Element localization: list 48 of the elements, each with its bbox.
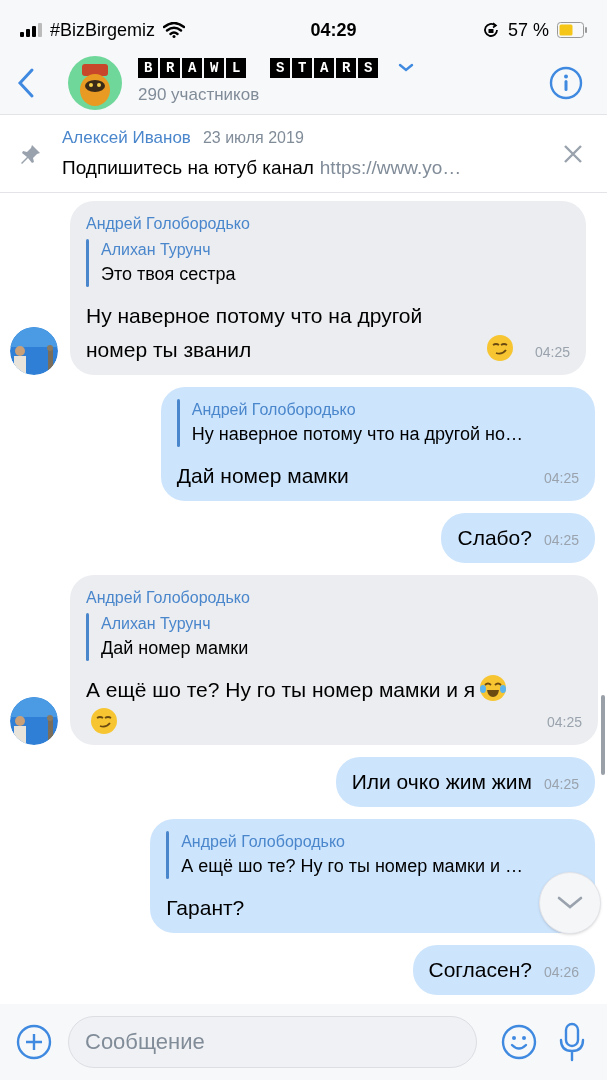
pinned-text: Подпишитесь на ютуб канал [62, 156, 314, 180]
message-time: 04:25 [546, 713, 582, 732]
reply-text: Ну наверное потому что на другой но… [191, 423, 523, 446]
reply-author: Андрей Голобородько [181, 832, 346, 852]
rotation-lock-icon [481, 21, 500, 39]
battery-icon [557, 22, 587, 38]
message-text: Гарант? [166, 895, 245, 921]
chevron-down-icon [557, 896, 583, 910]
laughing-face-icon [479, 674, 508, 702]
message-time: 04:25 [543, 469, 579, 488]
smirking-face-icon [486, 334, 514, 362]
pinned-author: Алексей Иванов [62, 126, 191, 149]
reply-text: Дай номер мамки [101, 637, 249, 660]
microphone-icon[interactable] [557, 1022, 587, 1062]
carrier-name: #BizBirgemiz [50, 18, 156, 42]
message-time: 04:26 [543, 963, 579, 982]
message-text: А ещё шо те? Ну го ты номер мамки и я [86, 677, 476, 703]
message-text: Ну наверное потому что на другой номер ты званил [86, 303, 424, 363]
sender-name: Андрей Голобородько [86, 588, 251, 608]
message-text: Дай номер мамки [176, 463, 349, 489]
battery-percent: 57 % [507, 18, 549, 42]
close-icon[interactable] [563, 143, 583, 164]
reply-author: Андрей Голобородько [191, 400, 357, 420]
smirking-face-icon [90, 707, 118, 735]
signal-icon [20, 23, 42, 37]
message-time: 04:25 [543, 775, 579, 794]
reply-text: Это твоя сестра [101, 263, 236, 286]
message-text: Или очко жим жим [351, 769, 532, 795]
message-text: Слабо? [457, 525, 532, 551]
clock: 04:29 [310, 18, 357, 42]
chat-avatar[interactable] [68, 56, 122, 110]
add-icon[interactable] [16, 1024, 52, 1060]
reply-author: Алихан Турунч [101, 614, 212, 634]
message-input[interactable]: Сообщение [68, 1016, 477, 1068]
pin-icon [20, 142, 42, 165]
reply-author: Алихан Турунч [101, 240, 212, 260]
wifi-icon [163, 22, 186, 38]
reply-text: А ещё шо те? Ну го ты номер мамки и … [181, 855, 523, 878]
back-icon[interactable] [16, 67, 36, 99]
member-count: 290 участников [138, 84, 261, 107]
message-text: Согласен? [428, 957, 532, 983]
message-time: 04:25 [534, 343, 570, 362]
pinned-date: 23 июля 2019 [202, 127, 304, 148]
message-time: 04:25 [543, 531, 579, 550]
sender-name: Андрей Голобородько [86, 214, 251, 234]
chevron-down-icon[interactable] [398, 63, 414, 74]
info-icon[interactable] [549, 66, 583, 100]
smiley-icon[interactable] [501, 1024, 537, 1060]
